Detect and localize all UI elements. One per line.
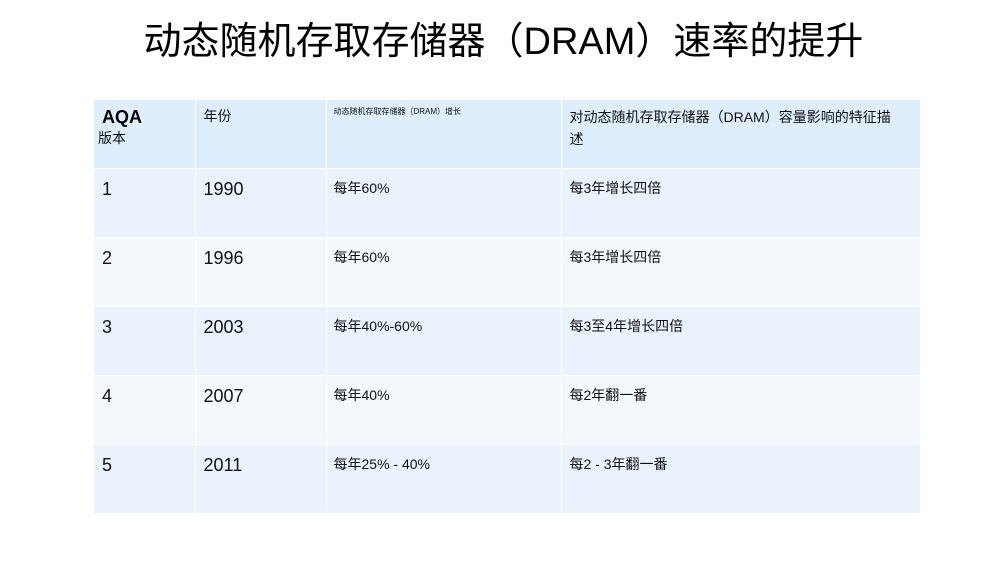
table-row: 5 2011 每年25% - 40% 每2 - 3年翻一番	[94, 444, 920, 513]
cell-growth: 每年40%	[326, 375, 562, 444]
cell-growth: 每年60%	[326, 237, 562, 306]
table-header: AQA 版本 年份 动态随机存取存储器（DRAM）增长 对动态随机存取存储器（D…	[94, 100, 920, 168]
cell-version: 3	[94, 306, 196, 375]
cell-version: 1	[94, 168, 196, 237]
cell-year: 1990	[195, 168, 327, 237]
table-row: 3 2003 每年40%-60% 每3至4年增长四倍	[94, 306, 920, 375]
cell-description: 每3至4年增长四倍	[569, 317, 684, 334]
dram-table-container: AQA 版本 年份 动态随机存取存储器（DRAM）增长 对动态随机存取存储器（D…	[94, 100, 920, 513]
table-header-row: AQA 版本 年份 动态随机存取存储器（DRAM）增长 对动态随机存取存储器（D…	[94, 100, 920, 168]
header-year: 年份	[195, 100, 327, 168]
cell-year: 2011	[195, 444, 327, 513]
cell-version: 5	[94, 444, 196, 513]
header-description: 对动态随机存取存储器（DRAM）容量影响的特征描述	[569, 109, 891, 147]
table-row: 1 1990 每年60% 每3年增长四倍	[94, 168, 920, 237]
cell-year: 1996	[195, 237, 327, 306]
cell-year: 2003	[195, 306, 327, 375]
dram-table: AQA 版本 年份 动态随机存取存储器（DRAM）增长 对动态随机存取存储器（D…	[94, 100, 920, 513]
cell-year: 2007	[195, 375, 327, 444]
cell-description: 每3年增长四倍	[569, 179, 662, 196]
cell-growth: 每年40%-60%	[326, 306, 562, 375]
cell-version: 4	[94, 375, 196, 444]
cell-description: 每2 - 3年翻一番	[569, 455, 668, 472]
header-version-aqa: AQA	[102, 107, 142, 127]
cell-growth: 每年25% - 40%	[326, 444, 562, 513]
table-row: 4 2007 每年40% 每2年翻一番	[94, 375, 920, 444]
cell-growth: 每年60%	[326, 168, 562, 237]
table-row: 2 1996 每年60% 每3年增长四倍	[94, 237, 920, 306]
cell-description: 每2年翻一番	[569, 386, 648, 403]
header-version: AQA 版本	[94, 100, 196, 168]
cell-description: 每3年增长四倍	[569, 248, 662, 265]
cell-version: 2	[94, 237, 196, 306]
header-growth: 动态随机存取存储器（DRAM）增长	[326, 100, 562, 168]
header-version-label: 版本	[98, 130, 126, 146]
page-title: 动态随机存取存储器（DRAM）速率的提升	[143, 21, 864, 63]
